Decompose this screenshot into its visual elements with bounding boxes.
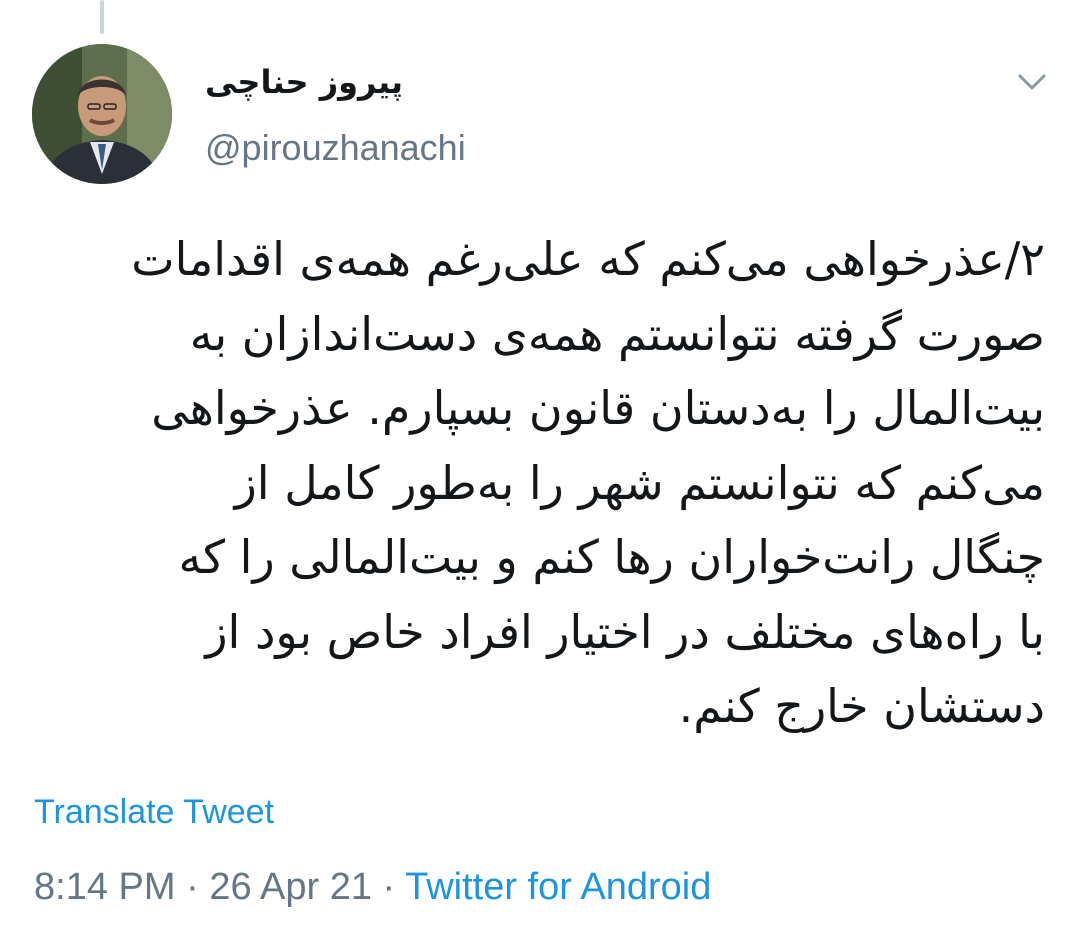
author-display-name[interactable]: پیروز حناچی [205,60,403,104]
tweet-text-line: ۲/عذرخواهی می‌کنم که علی‌رغم همه‌ی اقدام… [131,232,1045,286]
translate-tweet-link[interactable]: Translate Tweet [34,790,274,834]
tweet-source-link[interactable]: Twitter for Android [405,866,711,908]
tweet-text-line: صورت گرفته نتوانستم همه‌ی دست‌اندازان به [189,306,1045,361]
tweet-text-line: با راه‌های مختلف در اختیار افراد خاص بود… [205,604,1045,659]
avatar[interactable] [32,44,172,184]
chevron-down-icon[interactable] [1014,64,1050,100]
tweet-text-line: بیت‌المال را به‌دستان قانون بسپارم. عذرخ… [151,381,1045,435]
tweet-text-line: دستشان خارج کنم. [678,679,1045,733]
tweet-text-line: می‌کنم که نتوانستم شهر را به‌طور کامل از [234,455,1045,510]
tweet-text-line: چنگال رانت‌خواران رها کنم و بیت‌المالی ر… [178,530,1046,584]
tweet-date[interactable]: 26 Apr 21 [209,866,372,908]
tweet-time[interactable]: 8:14 PM [34,866,176,908]
tweet-text: ۲/عذرخواهی می‌کنم که علی‌رغم همه‌ی اقدام… [30,222,1045,744]
author-handle[interactable]: @pirouzhanachi [205,126,466,170]
meta-separator: · [175,866,210,908]
avatar-photo [32,44,172,184]
meta-separator: · [372,866,406,908]
thread-connector-line [100,0,104,34]
tweet-metadata: 8:14 PM · 26 Apr 21 · Twitter for Androi… [34,864,711,910]
